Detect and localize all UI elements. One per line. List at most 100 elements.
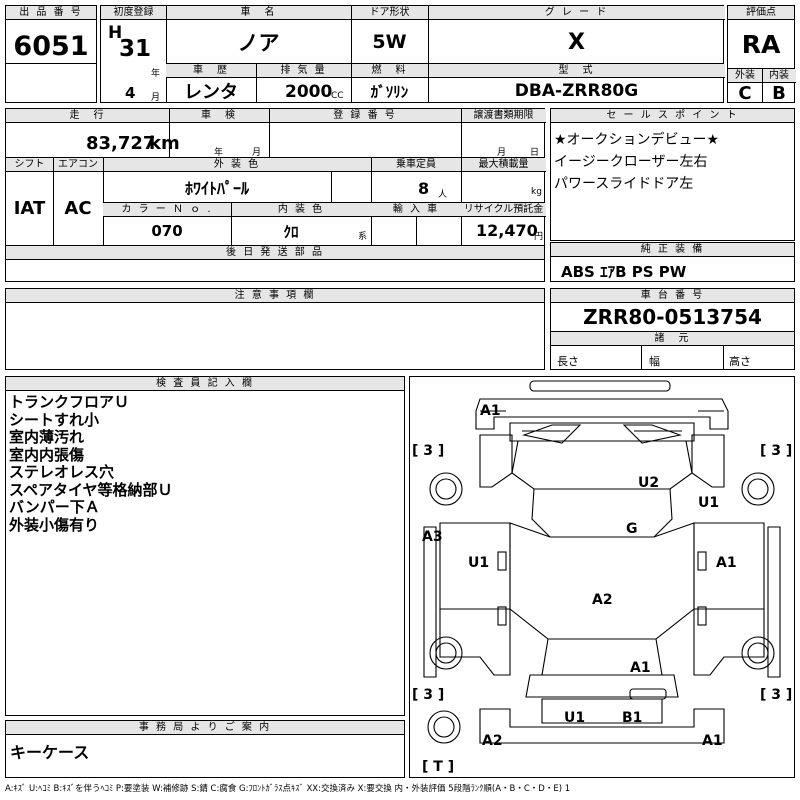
score-box: 評価点 RA 外装 内装 C B bbox=[727, 5, 796, 104]
exterior-color-value: ﾎﾜｲﾄﾊﾟｰﾙ bbox=[184, 179, 249, 198]
interior-color-value: ｸﾛ bbox=[283, 222, 299, 241]
recycle-unit: 円 bbox=[534, 232, 544, 242]
score-label: 評価点 bbox=[728, 6, 794, 20]
car-diagram: [ 3 ] [ 3 ] [ 3 ] [ 3 ] [ T ] A1 U2 U1 G… bbox=[412, 380, 792, 775]
capacity-value: 8 bbox=[418, 179, 430, 198]
tire-front-right: [ 3 ] bbox=[760, 443, 792, 459]
tire-rear-left: [ 3 ] bbox=[412, 687, 444, 703]
ac-value: AC bbox=[64, 198, 92, 219]
exterior-label: 外装 bbox=[728, 69, 762, 83]
damage-mark: B1 bbox=[622, 710, 642, 726]
damage-mark: U1 bbox=[564, 710, 585, 726]
inspector-note: 室内内張傷 bbox=[9, 445, 85, 464]
ac-label: エアコン bbox=[53, 158, 103, 172]
sales-points-box: セ ー ル ス ポ イ ン ト ★オークションデビュー★ イージークローザー左右… bbox=[550, 108, 795, 241]
inspector-note: ステレオレス穴 bbox=[9, 463, 115, 481]
interior-label: 内装 bbox=[762, 69, 796, 83]
import-label: 輸 入 車 bbox=[371, 203, 461, 217]
recycle-value: 12,470 bbox=[476, 221, 538, 240]
shift-value: IAT bbox=[13, 198, 46, 219]
damage-mark: A2 bbox=[592, 592, 613, 608]
exterior-color-label: 外 装 色 bbox=[103, 158, 371, 172]
chassis-value: ZRR80-0513754 bbox=[583, 305, 762, 329]
sales-point-line: イージークローザー左右 bbox=[554, 154, 708, 170]
tire-spare: [ T ] bbox=[422, 759, 454, 775]
door-value: 5W bbox=[372, 31, 407, 53]
damage-mark: A1 bbox=[716, 555, 737, 571]
equipment-label: 純 正 装 備 bbox=[551, 243, 794, 257]
color-no-label: カ ラ ー Ｎ ｏ . bbox=[103, 203, 231, 217]
first-reg-label: 初度登録 bbox=[101, 6, 166, 20]
legend-text: A:ｷｽﾞ U:ﾍｺﾐ B:ｷｽﾞを伴うﾍｺﾐ P:要塗装 W:補修跡 S:錆 … bbox=[5, 784, 571, 794]
interior-color-label: 内 装 色 bbox=[231, 203, 371, 217]
displacement-label: 排 気 量 bbox=[256, 64, 351, 78]
shift-label: シフト bbox=[6, 158, 53, 172]
damage-mark: A1 bbox=[630, 660, 651, 676]
door-label: ドア形状 bbox=[351, 6, 428, 20]
damage-mark: U1 bbox=[468, 555, 489, 571]
model-value: DBA-ZRR80G bbox=[514, 81, 639, 101]
mileage-value: 83,727 bbox=[86, 133, 156, 154]
dimensions-label: 諸 元 bbox=[551, 331, 794, 346]
car-name-label: 車 名 bbox=[166, 6, 351, 20]
inspector-label: 検 査 員 記 入 欄 bbox=[6, 377, 404, 391]
damage-mark: U1 bbox=[698, 495, 719, 511]
inspector-note: シートすれ小 bbox=[9, 410, 100, 429]
color-no-value: 070 bbox=[151, 222, 183, 240]
office-label: 事 務 局 よ り ご 案 内 bbox=[6, 721, 404, 735]
office-box: 事 務 局 よ り ご 案 内 キーケース bbox=[5, 720, 405, 778]
tire-rear-right: [ 3 ] bbox=[760, 687, 792, 703]
inspector-note: 外装小傷有り bbox=[9, 515, 100, 534]
sales-point-line: ★オークションデビュー★ bbox=[554, 132, 720, 148]
damage-mark: A1 bbox=[702, 733, 723, 749]
damage-mark: U2 bbox=[638, 475, 659, 491]
equipment-value: ABS ｴｱB PS PW bbox=[561, 263, 687, 281]
damage-mark: A2 bbox=[482, 733, 503, 749]
fuel-value: ｶﾞｿﾘﾝ bbox=[370, 82, 409, 101]
sales-point-line: パワースライドドア左 bbox=[554, 176, 694, 192]
dim-length-label: 長さ bbox=[557, 355, 579, 368]
dim-width-label: 幅 bbox=[649, 355, 660, 368]
interior-value: B bbox=[772, 82, 786, 104]
mileage-unit: km bbox=[149, 133, 180, 154]
later-parts-label: 後 日 発 送 部 品 bbox=[6, 246, 544, 260]
vehicle-header-box: 初度登録 車 名 ドア形状 グ レ ー ド 車 歴 排 気 量 燃 料 型 式 … bbox=[100, 5, 725, 103]
equipment-box: 純 正 装 備 ABS ｴｱB PS PW bbox=[550, 242, 795, 282]
first-reg-month-unit: 月 bbox=[151, 93, 161, 103]
car-diagram-box: [ 3 ] [ 3 ] [ 3 ] [ 3 ] [ T ] A1 U2 U1 G… bbox=[409, 376, 795, 778]
mileage-label: 走 行 bbox=[6, 109, 169, 123]
first-reg-year-unit: 年 bbox=[151, 69, 161, 79]
fuel-label: 燃 料 bbox=[351, 64, 428, 78]
inspection-label: 車 検 bbox=[169, 109, 269, 123]
lot-number-value: 6051 bbox=[13, 30, 89, 62]
specs-box: 走 行 車 検 登 録 番 号 譲渡書類期限 83,727 km 年 月 月 日… bbox=[5, 108, 546, 282]
grade-value: X bbox=[568, 29, 585, 55]
displacement-unit: CC bbox=[331, 91, 344, 101]
office-value: キーケース bbox=[10, 743, 90, 762]
displacement-value: 2000 bbox=[285, 82, 333, 102]
notes-label: 注 意 事 項 欄 bbox=[6, 289, 544, 303]
capacity-label: 乗車定員 bbox=[371, 158, 461, 172]
capacity-unit: 人 bbox=[438, 190, 448, 200]
notes-box: 注 意 事 項 欄 bbox=[5, 288, 545, 370]
damage-mark: A1 bbox=[480, 403, 501, 419]
damage-mark: G bbox=[626, 521, 638, 537]
registration-label: 登 録 番 号 bbox=[269, 109, 461, 123]
recycle-label: リサイクル預託金 bbox=[461, 203, 546, 217]
max-load-unit: kg bbox=[531, 187, 542, 197]
first-reg-month: 4 bbox=[125, 84, 136, 102]
lot-number-box: 出 品 番 号 6051 bbox=[5, 5, 97, 103]
interior-color-unit: 系 bbox=[358, 232, 368, 242]
inspector-note: バンパー下Ａ bbox=[9, 498, 100, 516]
chassis-label: 車 台 番 号 bbox=[551, 289, 794, 303]
tire-front-left: [ 3 ] bbox=[412, 443, 444, 459]
damage-mark: A3 bbox=[422, 529, 443, 545]
transfer-deadline-label: 譲渡書類期限 bbox=[461, 109, 546, 123]
grade-label: グ レ ー ド bbox=[428, 6, 725, 20]
lot-number-label: 出 品 番 号 bbox=[6, 6, 96, 20]
history-label: 車 歴 bbox=[166, 64, 256, 78]
dim-height-label: 高さ bbox=[729, 355, 751, 368]
chassis-box: 車 台 番 号 ZRR80-0513754 諸 元 長さ 幅 高さ bbox=[550, 288, 795, 370]
model-label: 型 式 bbox=[428, 64, 725, 78]
max-load-label: 最大積載量 bbox=[461, 158, 546, 172]
